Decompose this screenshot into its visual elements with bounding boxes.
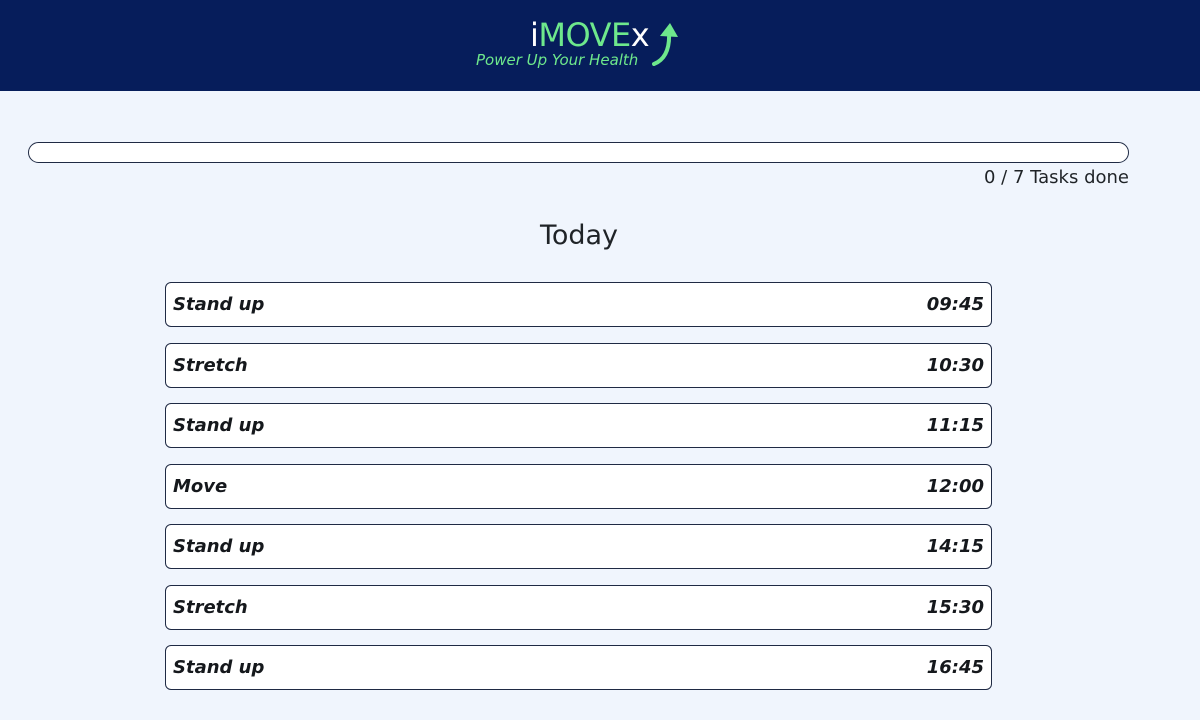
task-name: Stand up (173, 294, 265, 315)
task-name: Stretch (173, 596, 248, 618)
task-item[interactable]: Move 12:00 (165, 463, 992, 509)
brand-tagline: Power Up Your Health (476, 51, 639, 69)
progress-bar (28, 142, 1129, 163)
logo[interactable]: iMOVEx Power Up Your Health (474, 14, 694, 74)
task-time: 12:00 (926, 475, 984, 497)
progress-label: 0 / 7 Tasks done (983, 167, 1129, 188)
task-time: 09:45 (926, 294, 984, 315)
arrow-up-icon (652, 23, 678, 66)
task-name: Stand up (173, 415, 265, 436)
task-item[interactable]: Stretch 10:30 (165, 342, 992, 388)
task-item[interactable]: Stretch 15:30 (165, 584, 992, 630)
task-time: 16:45 (926, 657, 984, 678)
task-item[interactable]: Stand up 09:45 (165, 282, 992, 327)
app-header: iMOVEx Power Up Your Health (0, 0, 1200, 91)
task-name: Stand up (173, 657, 265, 678)
task-time: 10:30 (926, 354, 984, 376)
logo-wordmark: iMOVEx (530, 16, 650, 54)
task-list: Stand up 09:45 Stretch 10:30 Stand up 11… (165, 282, 992, 706)
section-title: Today (539, 220, 619, 251)
task-time: 11:15 (926, 415, 984, 436)
task-item[interactable]: Stand up 14:15 (165, 524, 992, 569)
task-time: 14:15 (926, 536, 984, 557)
task-name: Stand up (173, 536, 265, 557)
task-name: Move (173, 475, 228, 497)
task-name: Stretch (173, 354, 248, 376)
task-time: 15:30 (926, 596, 984, 618)
logo-letter-x: x (630, 16, 650, 54)
logo-word-move: MOVE (538, 16, 631, 54)
task-item[interactable]: Stand up 16:45 (165, 645, 992, 690)
task-item[interactable]: Stand up 11:15 (165, 403, 992, 448)
